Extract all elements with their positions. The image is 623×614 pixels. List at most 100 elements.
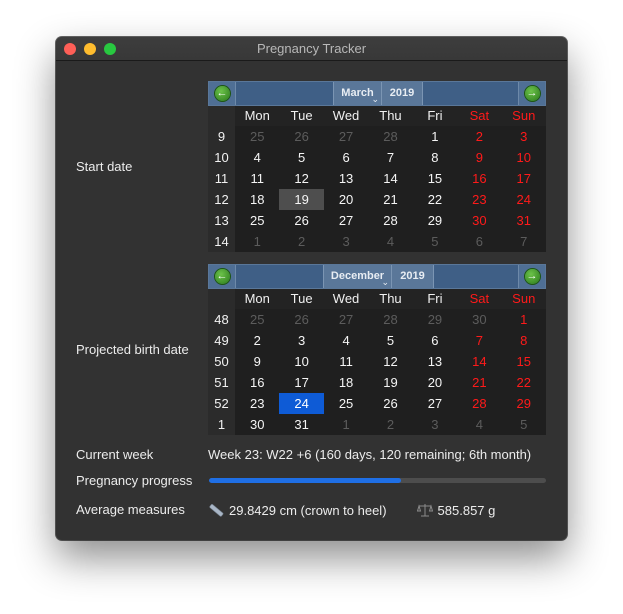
year-selector[interactable]: 2019: [381, 82, 423, 105]
calendar-day[interactable]: 14: [368, 168, 412, 189]
calendar-day[interactable]: 25: [235, 309, 279, 330]
calendar-day[interactable]: 6: [324, 147, 368, 168]
calendar-day[interactable]: 28: [368, 126, 412, 147]
month-selector[interactable]: December ⌄: [323, 265, 392, 288]
calendar-day[interactable]: 2: [457, 126, 501, 147]
calendar-day[interactable]: 4: [324, 330, 368, 351]
calendar-day[interactable]: 25: [235, 126, 279, 147]
calendar-day[interactable]: 5: [502, 414, 546, 435]
calendar-day[interactable]: 26: [279, 126, 323, 147]
calendar-day[interactable]: 2: [368, 414, 412, 435]
calendar-day[interactable]: 23: [235, 393, 279, 414]
calendar-day[interactable]: 30: [457, 309, 501, 330]
calendar-day[interactable]: 9: [235, 351, 279, 372]
calendar-day[interactable]: 29: [502, 393, 546, 414]
calendar-day[interactable]: 7: [502, 231, 546, 252]
calendar-day[interactable]: 7: [457, 330, 501, 351]
calendar-day[interactable]: 5: [413, 231, 457, 252]
calendar-day[interactable]: 27: [324, 210, 368, 231]
calendar-day[interactable]: 5: [279, 147, 323, 168]
selected-day[interactable]: 24: [279, 393, 324, 414]
selected-day[interactable]: 19: [279, 189, 324, 210]
calendar-day[interactable]: 26: [279, 210, 323, 231]
year-selector[interactable]: 2019: [391, 265, 434, 288]
previous-month-button[interactable]: ←: [209, 82, 236, 105]
calendar-day[interactable]: 3: [502, 126, 546, 147]
pregnancy-progress-bar: [209, 478, 546, 483]
calendar-day[interactable]: 24: [502, 189, 546, 210]
calendar-day[interactable]: 26: [279, 309, 323, 330]
calendar-day[interactable]: 30: [457, 210, 501, 231]
calendar-day[interactable]: 1: [324, 414, 368, 435]
calendar-day[interactable]: 17: [279, 372, 323, 393]
calendar-day[interactable]: 3: [324, 231, 368, 252]
calendar-day[interactable]: 14: [457, 351, 501, 372]
calendar-day[interactable]: 3: [279, 330, 323, 351]
calendar-day[interactable]: 9: [457, 147, 501, 168]
calendar-day[interactable]: 21: [368, 189, 412, 210]
calendar-day[interactable]: 6: [413, 330, 457, 351]
calendar-day[interactable]: 13: [324, 168, 368, 189]
calendar-day[interactable]: 28: [457, 393, 501, 414]
calendar-day[interactable]: 28: [368, 210, 412, 231]
calendar-day[interactable]: 8: [413, 147, 457, 168]
calendar-day[interactable]: 18: [235, 189, 279, 210]
calendar-day[interactable]: 21: [457, 372, 501, 393]
calendar-day[interactable]: 18: [324, 372, 368, 393]
calendar-day[interactable]: 31: [279, 414, 323, 435]
calendar-day[interactable]: 2: [235, 330, 279, 351]
calendar-day[interactable]: 12: [279, 168, 323, 189]
calendar-day[interactable]: 4: [368, 231, 412, 252]
calendar-day[interactable]: 4: [235, 147, 279, 168]
calendar-day[interactable]: 17: [502, 168, 546, 189]
calendar-day[interactable]: 13: [413, 351, 457, 372]
calendar-day[interactable]: 3: [413, 414, 457, 435]
pregnancy-progress-label: Pregnancy progress: [76, 473, 193, 488]
calendar-day[interactable]: 8: [502, 330, 546, 351]
calendar-day[interactable]: 4: [457, 414, 501, 435]
calendar-day[interactable]: 25: [324, 393, 368, 414]
calendar-day[interactable]: 25: [235, 210, 279, 231]
calendar-day[interactable]: 10: [502, 147, 546, 168]
calendar-day[interactable]: 1: [413, 126, 457, 147]
calendar-day[interactable]: 29: [413, 309, 457, 330]
calendar-header: ← December ⌄ 2019 →: [208, 264, 546, 289]
calendar-day[interactable]: 15: [413, 168, 457, 189]
calendar-day[interactable]: 29: [413, 210, 457, 231]
calendar-day[interactable]: 1: [235, 231, 279, 252]
calendar-day[interactable]: 22: [502, 372, 546, 393]
calendar-day[interactable]: 15: [502, 351, 546, 372]
calendar-day[interactable]: 19: [368, 372, 412, 393]
calendar-day[interactable]: 6: [457, 231, 501, 252]
next-month-button[interactable]: →: [518, 82, 545, 105]
month-selector[interactable]: March ⌄: [333, 82, 382, 105]
calendar-day[interactable]: 26: [368, 393, 412, 414]
calendar-day[interactable]: 28: [368, 309, 412, 330]
calendar-day[interactable]: 27: [324, 126, 368, 147]
calendar-day[interactable]: 30: [235, 414, 279, 435]
calendar-day[interactable]: 27: [324, 309, 368, 330]
calendar-day[interactable]: 11: [324, 351, 368, 372]
calendar-day[interactable]: 31: [502, 210, 546, 231]
calendar-day[interactable]: 27: [413, 393, 457, 414]
calendar-day[interactable]: 16: [457, 168, 501, 189]
calendar-day[interactable]: 22: [413, 189, 457, 210]
calendar-day[interactable]: 1: [502, 309, 546, 330]
calendar-day[interactable]: 2: [279, 231, 323, 252]
day-grid: 25 26 27 28 29 30 1 2 3 4 5 6 7 8 9 10 11 12 13 14 15 16 17 18 1…: [235, 309, 546, 435]
calendar-day[interactable]: 7: [368, 147, 412, 168]
calendar-day[interactable]: 5: [368, 330, 412, 351]
calendar-day[interactable]: 20: [413, 372, 457, 393]
next-month-button[interactable]: →: [518, 265, 545, 288]
weekday-label: Sat: [469, 108, 490, 123]
calendar-day[interactable]: 10: [279, 351, 323, 372]
weekday-header: Mon Tue Wed Thu Fri Sat Sun: [208, 289, 546, 309]
previous-month-button[interactable]: ←: [209, 265, 236, 288]
title-bar[interactable]: Pregnancy Tracker: [56, 37, 567, 61]
calendar-day[interactable]: 12: [368, 351, 412, 372]
calendar-day[interactable]: 11: [235, 168, 279, 189]
calendar-day[interactable]: 16: [235, 372, 279, 393]
calendar-day[interactable]: 23: [457, 189, 501, 210]
calendar-day[interactable]: 20: [324, 189, 368, 210]
week-number: 50: [214, 354, 229, 369]
